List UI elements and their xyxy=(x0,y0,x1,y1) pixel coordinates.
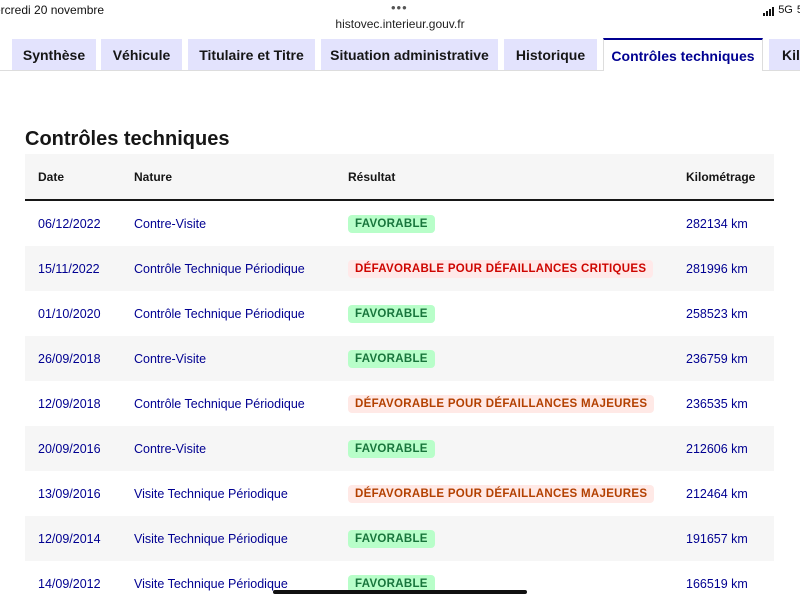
table-row: 13/09/2016 Visite Technique Périodique DÉF… xyxy=(25,471,774,516)
table-row: 20/09/2016 Contre-Visite FAVORABLE 212606 k… xyxy=(25,426,774,471)
header-date: Date xyxy=(38,170,65,184)
cell-nature: Contre-Visite xyxy=(134,216,207,231)
cell-km: 212606 km xyxy=(686,441,748,456)
controls-table: Date Nature Résultat Kilométrage 06/12/2… xyxy=(25,154,774,606)
cell-date: 20/09/2016 xyxy=(38,441,101,456)
tab-bar: Synthèse Véhicule Titulaire et Titre Sit… xyxy=(0,36,800,71)
tab-titulaire[interactable]: Titulaire et Titre xyxy=(188,39,315,70)
table-row: 15/11/2022 Contrôle Technique Périodique D… xyxy=(25,246,774,291)
result-badge: DÉFAVORABLE POUR DÉFAILLANCES MAJEURES xyxy=(348,484,655,503)
result-badge: DÉFAVORABLE POUR DÉFAILLANCES CRITIQUES xyxy=(348,259,654,278)
cell-result: FAVORABLE xyxy=(348,516,435,561)
address-url[interactable]: histovec.interieur.gouv.fr xyxy=(0,17,800,31)
status-datetime: ercredi 20 novembre xyxy=(0,3,105,17)
table-row: 26/09/2018 Contre-Visite FAVORABLE 236759 k… xyxy=(25,336,774,381)
cell-km: 281996 km xyxy=(686,261,748,276)
cell-date: 12/09/2018 xyxy=(38,396,101,411)
cell-nature: Contre-Visite xyxy=(134,351,207,366)
table-row: 01/10/2020 Contrôle Technique Périodique F… xyxy=(25,291,774,336)
result-badge: FAVORABLE xyxy=(348,439,435,458)
section-title: Contrôles techniques xyxy=(25,128,230,150)
result-badge: DÉFAVORABLE POUR DÉFAILLANCES MAJEURES xyxy=(348,394,655,413)
signal-icon xyxy=(763,7,775,16)
header-km: Kilométrage xyxy=(686,170,756,184)
table-row: 06/12/2022 Contre-Visite FAVORABLE 282134 k… xyxy=(25,201,774,246)
result-badge: FAVORABLE xyxy=(348,304,435,323)
header-nature: Nature xyxy=(134,170,173,184)
table-row: 12/09/2014 Visite Technique Périodique FAV… xyxy=(25,516,774,561)
home-indicator[interactable] xyxy=(273,590,527,594)
result-badge: FAVORABLE xyxy=(348,529,435,548)
more-dots-icon[interactable]: ••• xyxy=(391,0,408,15)
tab-synthese[interactable]: Synthèse xyxy=(12,39,96,70)
cell-km: 282134 km xyxy=(686,216,748,231)
cell-result: FAVORABLE xyxy=(348,201,435,246)
cell-result: DÉFAVORABLE POUR DÉFAILLANCES MAJEURES xyxy=(348,471,655,516)
cell-nature: Contrôle Technique Périodique xyxy=(134,396,305,411)
cell-result: FAVORABLE xyxy=(348,291,435,336)
cell-date: 13/09/2016 xyxy=(38,486,101,501)
cell-date: 14/09/2012 xyxy=(38,576,101,591)
cell-km: 212464 km xyxy=(686,486,748,501)
table-row: 14/09/2012 Visite Technique Périodique FAV… xyxy=(25,561,774,606)
cell-date: 01/10/2020 xyxy=(38,306,101,321)
cell-km: 258523 km xyxy=(686,306,748,321)
tab-situation-administrative[interactable]: Situation administrative xyxy=(321,39,498,70)
cell-date: 06/12/2022 xyxy=(38,216,101,231)
table-header: Date Nature Résultat Kilométrage xyxy=(25,154,774,201)
tab-vehicule[interactable]: Véhicule xyxy=(101,39,182,70)
cell-km: 236759 km xyxy=(686,351,748,366)
cell-result: DÉFAVORABLE POUR DÉFAILLANCES MAJEURES xyxy=(348,381,655,426)
status-indicators: 5G 5 xyxy=(763,4,800,16)
cell-date: 26/09/2018 xyxy=(38,351,101,366)
cell-result: DÉFAVORABLE POUR DÉFAILLANCES CRITIQUES xyxy=(348,246,654,291)
cell-result: FAVORABLE xyxy=(348,561,435,606)
cell-date: 12/09/2014 xyxy=(38,531,101,546)
cell-km: 236535 km xyxy=(686,396,748,411)
cell-result: FAVORABLE xyxy=(348,336,435,381)
cell-nature: Contrôle Technique Périodique xyxy=(134,261,305,276)
cell-nature: Contre-Visite xyxy=(134,441,207,456)
cell-km: 166519 km xyxy=(686,576,748,591)
cell-result: FAVORABLE xyxy=(348,426,435,471)
header-result: Résultat xyxy=(348,170,396,184)
cell-km: 191657 km xyxy=(686,531,748,546)
tab-kilometrage[interactable]: Kilo xyxy=(769,39,800,70)
status-bar: ercredi 20 novembre ••• histovec.interie… xyxy=(0,0,800,36)
cell-nature: Visite Technique Périodique xyxy=(134,531,288,546)
cell-nature: Contrôle Technique Périodique xyxy=(134,306,305,321)
tab-historique[interactable]: Historique xyxy=(504,39,597,70)
network-label: 5G xyxy=(778,4,793,16)
result-badge: FAVORABLE xyxy=(348,349,435,368)
table-row: 12/09/2018 Contrôle Technique Périodique D… xyxy=(25,381,774,426)
tab-controles-techniques[interactable]: Contrôles techniques xyxy=(603,38,763,71)
cell-nature: Visite Technique Périodique xyxy=(134,486,288,501)
cell-nature: Visite Technique Périodique xyxy=(134,576,288,591)
cell-date: 15/11/2022 xyxy=(38,261,100,276)
result-badge: FAVORABLE xyxy=(348,214,435,233)
